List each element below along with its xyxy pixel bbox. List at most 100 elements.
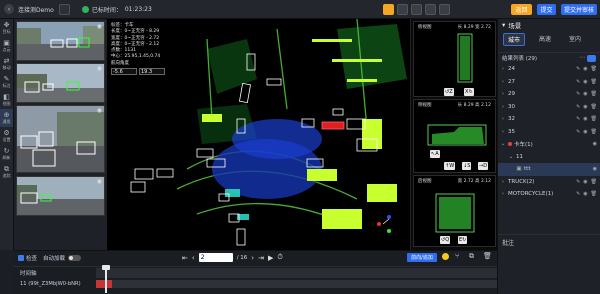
chevron-right-icon[interactable]: › bbox=[498, 191, 508, 197]
playhead[interactable] bbox=[102, 265, 110, 293]
list-filter-button[interactable] bbox=[587, 55, 596, 62]
eye-icon[interactable]: ◉ bbox=[583, 79, 587, 85]
eye-icon[interactable]: ◉ bbox=[97, 107, 102, 114]
timeline-track-row[interactable]: 11 (99t_Z3MbjW0-bNR) bbox=[14, 278, 497, 290]
more-icon[interactable]: ⋯ bbox=[579, 54, 585, 61]
warning-icon[interactable] bbox=[383, 4, 394, 15]
settings-icon[interactable] bbox=[425, 4, 436, 15]
eye-icon[interactable]: ◉ bbox=[583, 104, 587, 110]
delete-icon[interactable]: 🗑 bbox=[591, 179, 597, 185]
submit-button[interactable]: 提交 bbox=[537, 4, 556, 15]
delete-icon[interactable]: 🗑 bbox=[591, 129, 597, 135]
delete-icon[interactable]: 🗑 bbox=[483, 252, 492, 260]
play-icon[interactable]: ▶ bbox=[268, 254, 273, 262]
speed-icon[interactable]: ⏱ bbox=[277, 253, 282, 262]
tab-highway[interactable]: 高速 bbox=[535, 33, 555, 46]
edit-icon[interactable]: ✎ bbox=[576, 79, 580, 85]
camera-thumb-front[interactable]: ◉ bbox=[16, 21, 105, 61]
tool-track[interactable]: ⧉ 追踪 bbox=[0, 163, 13, 181]
tab-indoor[interactable]: 室内 bbox=[565, 33, 585, 46]
track-bar[interactable] bbox=[96, 280, 497, 288]
list-item-selected[interactable]: ▣ ttt ◉ bbox=[498, 163, 600, 176]
rotate-e-button[interactable]: E ↻ bbox=[458, 236, 468, 244]
submit-review-button[interactable]: 提交并审核 bbox=[561, 4, 597, 15]
move-s-button[interactable]: ↓ S bbox=[462, 162, 472, 170]
rotate-x-button[interactable]: X ↻ bbox=[464, 88, 474, 96]
delete-icon[interactable]: 🗑 bbox=[591, 116, 597, 122]
list-item[interactable]: › 35 ✎ ◉ 🗑 bbox=[498, 126, 600, 139]
chevron-down-icon[interactable]: ⌄ bbox=[498, 141, 508, 147]
list-group-motorcycle[interactable]: › MOTORCYCLE(1) ✎ ◉ 🗑 bbox=[498, 188, 600, 201]
back-view[interactable]: 后视图 宽 2.72 高 2.12 ↺ Q E ↻ bbox=[413, 175, 496, 247]
eye-icon[interactable]: ◉ bbox=[583, 66, 587, 72]
timeline-ruler[interactable] bbox=[96, 268, 497, 278]
merge-icon[interactable]: ⧉ bbox=[469, 252, 474, 261]
delete-icon[interactable]: 🗑 bbox=[591, 91, 597, 97]
rotation-input-a[interactable]: -5.6 bbox=[111, 68, 137, 76]
list-item[interactable]: › 29 ✎ ◉ 🗑 bbox=[498, 88, 600, 101]
tool-pointcloud[interactable]: ▣ 点云 bbox=[0, 37, 13, 55]
last-frame-icon[interactable]: ⇥ bbox=[258, 254, 264, 262]
eye-icon[interactable]: ◉ bbox=[97, 65, 102, 72]
prev-frame-icon[interactable]: ‹ bbox=[192, 254, 195, 262]
tool-general[interactable]: ⊕ 通用 bbox=[0, 109, 13, 127]
chevron-right-icon[interactable]: › bbox=[498, 104, 508, 110]
eye-icon[interactable]: ◉ bbox=[593, 141, 597, 147]
top-view[interactable]: 俯视图 长 8.29 宽 2.72 ↺ Z X ↻ bbox=[413, 21, 496, 97]
move-w-button[interactable]: ↑ W bbox=[444, 162, 456, 170]
eye-icon[interactable]: ◉ bbox=[583, 91, 587, 97]
eye-icon[interactable]: ◉ bbox=[97, 23, 102, 30]
delete-icon[interactable]: 🗑 bbox=[591, 104, 597, 110]
list-item[interactable]: › 27 ✎ ◉ 🗑 bbox=[498, 76, 600, 89]
fullscreen-icon[interactable] bbox=[439, 4, 450, 15]
edit-icon[interactable]: ✎ bbox=[576, 104, 580, 110]
eye-icon[interactable]: ◉ bbox=[583, 179, 587, 185]
edit-icon[interactable]: ✎ bbox=[576, 116, 580, 122]
first-frame-icon[interactable]: ⇤ bbox=[182, 254, 188, 262]
rotate-q-button[interactable]: ↺ Q bbox=[440, 236, 451, 244]
tool-annotate[interactable]: ✎ 标注 bbox=[0, 73, 13, 91]
back-icon[interactable]: ‹ bbox=[4, 4, 14, 14]
chevron-right-icon[interactable]: › bbox=[498, 129, 508, 135]
annotation-note[interactable]: 批注 bbox=[498, 234, 600, 294]
chevron-right-icon[interactable]: › bbox=[498, 91, 508, 97]
chevron-down-icon[interactable]: ⌄ bbox=[506, 154, 516, 160]
edit-icon[interactable]: ✎ bbox=[576, 66, 580, 72]
rotate-z-button[interactable]: ↺ Z bbox=[444, 88, 454, 96]
delete-icon[interactable]: 🗑 bbox=[591, 191, 597, 197]
list-item[interactable]: ⌄ 11 bbox=[498, 151, 600, 164]
check-checkbox[interactable] bbox=[18, 254, 24, 261]
chevron-right-icon[interactable]: › bbox=[498, 79, 508, 85]
forward-append-button[interactable]: 前向/追加 bbox=[407, 253, 437, 262]
pointcloud-canvas[interactable]: 标签：卡车 长度：0~正无穷 - 8.29 宽度：0~正无穷 - 2.72 高度… bbox=[107, 19, 410, 250]
return-button[interactable]: 返回 bbox=[511, 4, 532, 15]
track-segment[interactable] bbox=[96, 280, 112, 288]
list-group-truck-cn[interactable]: ⌄ 卡车(1) ◉ bbox=[498, 138, 600, 151]
chevron-right-icon[interactable]: › bbox=[498, 66, 508, 72]
collapse-icon[interactable]: ▾ bbox=[502, 21, 505, 29]
edit-icon[interactable]: ✎ bbox=[576, 179, 580, 185]
delete-icon[interactable]: 🗑 bbox=[591, 66, 597, 72]
edit-icon[interactable]: ✎ bbox=[576, 191, 580, 197]
help-icon[interactable] bbox=[411, 4, 422, 15]
tool-refresh[interactable]: ↻ 刷新 bbox=[0, 145, 13, 163]
eye-icon[interactable]: ◉ bbox=[97, 178, 102, 185]
edit-icon[interactable]: ✎ bbox=[576, 129, 580, 135]
tool-settings[interactable]: ⚙ 设置 bbox=[0, 127, 13, 145]
edit-icon[interactable]: ✎ bbox=[576, 91, 580, 97]
eye-icon[interactable]: ◉ bbox=[583, 116, 587, 122]
list-group-truck[interactable]: › TRUCK(2) ✎ ◉ 🗑 bbox=[498, 176, 600, 189]
next-frame-icon[interactable]: › bbox=[251, 254, 254, 262]
split-icon[interactable]: ⑂ bbox=[455, 252, 459, 260]
tool-target[interactable]: ✥ 目标 bbox=[0, 19, 13, 37]
rotation-input-b[interactable]: 19.3 bbox=[139, 68, 165, 76]
list-item[interactable]: › 30 ✎ ◉ 🗑 bbox=[498, 101, 600, 114]
move-a-button[interactable]: ↖ A bbox=[430, 150, 440, 158]
list-item[interactable]: › 24 ✎ ◉ 🗑 bbox=[498, 63, 600, 76]
camera-thumb-left[interactable]: ◉ bbox=[16, 63, 105, 103]
chevron-right-icon[interactable]: › bbox=[498, 116, 508, 122]
keyboard-icon[interactable] bbox=[397, 4, 408, 15]
chevron-right-icon[interactable]: › bbox=[498, 179, 508, 185]
tool-move[interactable]: ⇄ 移动 bbox=[0, 55, 13, 73]
page-input[interactable]: 2 bbox=[198, 253, 233, 262]
